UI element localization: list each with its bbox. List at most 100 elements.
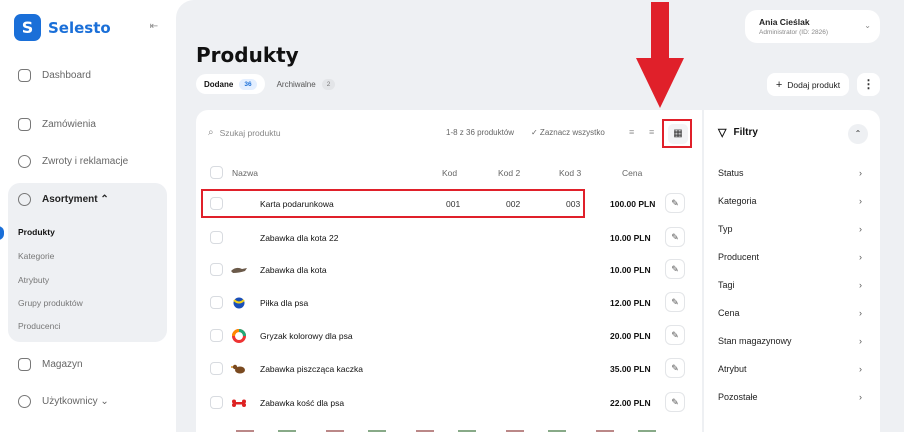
more-options-button[interactable]: ⋮	[857, 73, 880, 96]
product-name[interactable]: Zabawka dla kota	[260, 265, 327, 275]
product-thumbnail	[232, 329, 246, 343]
chevron-right-icon: ›	[859, 392, 862, 402]
subnav-kategorie[interactable]: Kategorie	[18, 251, 54, 261]
select-all-button[interactable]: ✓ Zaznacz wszystko	[531, 128, 605, 137]
filter-status[interactable]: Status ›	[718, 168, 868, 178]
product-price: 10.00 PLN	[610, 265, 651, 275]
users-icon	[18, 395, 31, 408]
chevron-down-icon: ⌄	[864, 21, 871, 30]
filter-tagi-label: Tagi	[718, 280, 735, 290]
header-kod2[interactable]: Kod 2	[498, 168, 520, 178]
edit-icon[interactable]: ✎	[665, 259, 685, 279]
filter-cena-label: Cena	[718, 308, 740, 318]
edit-icon[interactable]: ✎	[665, 227, 685, 247]
subnav-produkty[interactable]: Produkty	[18, 227, 55, 237]
filter-typ[interactable]: Typ ›	[718, 224, 868, 234]
filter-status-label: Status	[718, 168, 744, 178]
header-name[interactable]: Nazwa	[232, 168, 258, 178]
filter-stan-magazynowy[interactable]: Stan magazynowy ›	[718, 336, 868, 346]
chart-icon	[18, 69, 31, 82]
tab-archiwalne[interactable]: Archiwalne 2	[269, 74, 344, 94]
filter-kategoria-label: Kategoria	[718, 196, 757, 206]
tab-dodane-label: Dodane	[204, 79, 234, 89]
product-thumbnail	[233, 297, 245, 309]
row-checkbox[interactable]	[210, 263, 223, 276]
nav-asortyment[interactable]: Asortyment ⌃	[18, 193, 109, 206]
product-price: 10.00 PLN	[610, 233, 651, 243]
product-price: 100.00 PLN	[610, 199, 656, 209]
product-name[interactable]: Zabawka dla kota 22	[260, 233, 338, 243]
filter-typ-label: Typ	[718, 224, 733, 234]
header-kod3[interactable]: Kod 3	[559, 168, 581, 178]
product-price: 22.00 PLN	[610, 398, 651, 408]
refresh-icon	[18, 155, 31, 168]
row-checkbox[interactable]	[210, 231, 223, 244]
nav-magazyn[interactable]: Magazyn	[18, 358, 83, 371]
sort-desc-icon[interactable]: ≡	[649, 127, 654, 137]
edit-icon[interactable]: ✎	[665, 358, 685, 378]
table-row[interactable]: Gryzak kolorowy dla psa 20.00 PLN ✎	[208, 319, 692, 352]
header-price[interactable]: Cena	[622, 168, 642, 178]
row-checkbox[interactable]	[210, 362, 223, 375]
edit-icon[interactable]: ✎	[665, 292, 685, 312]
product-name[interactable]: Piłka dla psa	[260, 298, 308, 308]
collapse-sidebar-icon[interactable]: ⇤	[148, 21, 160, 33]
product-price: 20.00 PLN	[610, 331, 651, 341]
subnav-atrybuty[interactable]: Atrybuty	[18, 275, 49, 285]
annotation-arrow-icon	[636, 2, 684, 108]
search-input[interactable]: ⌕ Szukaj produktu	[208, 127, 281, 138]
row-checkbox[interactable]	[210, 296, 223, 309]
table-row[interactable]: Zabawka piszcząca kaczka 35.00 PLN ✎	[208, 352, 692, 385]
table-row[interactable]: Zabawka kość dla psa 22.00 PLN ✎	[208, 386, 692, 419]
product-name[interactable]: Gryzak kolorowy dla psa	[260, 331, 353, 341]
filter-pozostale[interactable]: Pozostałe ›	[718, 392, 868, 402]
chevron-right-icon: ›	[859, 280, 862, 290]
table-row[interactable]: Zabawka dla kota 22 10.00 PLN ✎	[208, 221, 692, 254]
filter-atrybut[interactable]: Atrybut ›	[718, 364, 868, 374]
highlight-row	[201, 189, 585, 218]
row-checkbox[interactable]	[210, 396, 223, 409]
product-name[interactable]: Zabawka kość dla psa	[260, 398, 344, 408]
search-icon: ⌕	[208, 127, 214, 138]
user-role: Administrator (ID: 2826)	[759, 29, 828, 36]
filter-cena[interactable]: Cena ›	[718, 308, 868, 318]
table-row[interactable]: Zabawka dla kota 10.00 PLN ✎	[208, 253, 692, 286]
row-checkbox[interactable]	[210, 329, 223, 342]
table-row[interactable]: Piłka dla psa 12.00 PLN ✎	[208, 286, 692, 319]
nav-group-asortyment: Asortyment ⌃ Produkty Kategorie Atrybuty…	[8, 183, 167, 342]
logo[interactable]: S Selesto	[14, 14, 111, 41]
sort-asc-icon[interactable]: ≡	[629, 127, 634, 137]
subnav-producenci[interactable]: Producenci	[18, 321, 61, 331]
subnav-grupy-produktow[interactable]: Grupy produktów	[18, 298, 83, 308]
select-all-checkbox[interactable]	[210, 166, 223, 179]
user-menu[interactable]: Ania Cieślak Administrator (ID: 2826) ⌄	[745, 10, 880, 43]
table-header: Nazwa Kod Kod 2 Kod 3 Cena	[208, 166, 692, 182]
app-name: Selesto	[48, 18, 111, 37]
plus-icon: +	[775, 78, 783, 91]
page-title: Produkty	[196, 43, 299, 67]
edit-icon[interactable]: ✎	[665, 392, 685, 412]
main-area: Ania Cieślak Administrator (ID: 2826) ⌄ …	[176, 0, 904, 432]
filter-producent[interactable]: Producent ›	[718, 252, 868, 262]
sidebar: S Selesto ⇤ Dashboard Zamówienia Zwroty …	[0, 0, 176, 432]
filters-panel: ▽ Filtry ⌃ Status › Kategoria › Typ › Produ…	[704, 110, 880, 432]
filter-tagi[interactable]: Tagi ›	[718, 280, 868, 290]
chevron-right-icon: ›	[859, 308, 862, 318]
nav-uzytkownicy[interactable]: Użytkownicy ⌄	[18, 395, 109, 408]
product-name[interactable]: Zabawka piszcząca kaczka	[260, 364, 363, 374]
product-thumbnail	[232, 399, 246, 407]
nav-asortyment-label: Asortyment ⌃	[42, 194, 109, 205]
tab-archiwalne-count: 2	[321, 78, 336, 90]
nav-zamowienia[interactable]: Zamówienia	[18, 118, 96, 131]
edit-icon[interactable]: ✎	[665, 193, 685, 213]
header-kod[interactable]: Kod	[442, 168, 457, 178]
chevron-right-icon: ›	[859, 196, 862, 206]
nav-zwroty[interactable]: Zwroty i reklamacje	[18, 155, 128, 168]
edit-icon[interactable]: ✎	[665, 325, 685, 345]
nav-dashboard[interactable]: Dashboard	[18, 69, 91, 82]
add-product-button[interactable]: + Dodaj produkt	[767, 73, 849, 96]
tab-dodane[interactable]: Dodane 36	[196, 74, 265, 94]
product-price: 12.00 PLN	[610, 298, 651, 308]
filter-kategoria[interactable]: Kategoria ›	[718, 196, 868, 206]
collapse-filters-button[interactable]: ⌃	[848, 124, 868, 144]
